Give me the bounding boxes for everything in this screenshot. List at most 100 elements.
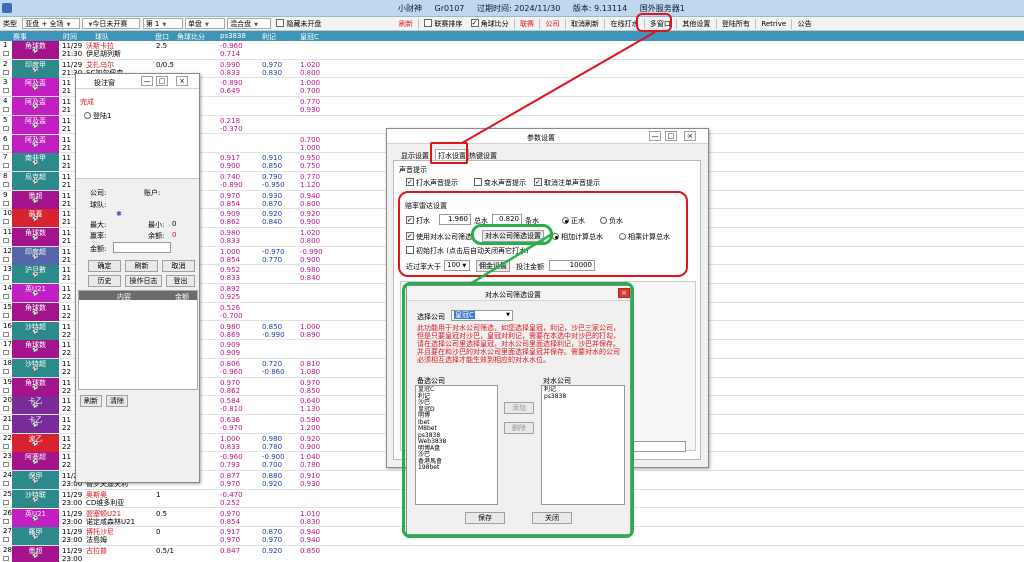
- ps3838-away-odds[interactable]: 0.862: [220, 219, 240, 226]
- ps3838-home-odds[interactable]: 0.892: [220, 286, 240, 293]
- ps3838-home-odds[interactable]: 0.909: [220, 342, 240, 349]
- row-checkbox[interactable]: [3, 181, 9, 187]
- type-select[interactable]: 亚盘 + 全场 ▼: [22, 18, 81, 29]
- liji-home-odds[interactable]: 0.720: [262, 360, 282, 367]
- ps3838-home-odds[interactable]: -0.960: [220, 454, 243, 461]
- ps3838-away-odds[interactable]: 0.649: [220, 88, 240, 95]
- row-checkbox[interactable]: [3, 312, 9, 318]
- ps3838-away-odds[interactable]: 0.793: [220, 462, 240, 469]
- crown-home-odds[interactable]: 0.770: [300, 99, 320, 106]
- corner-compare-checkbox[interactable]: [470, 19, 479, 27]
- sound-change-checkbox[interactable]: [474, 178, 482, 186]
- crown-away-odds[interactable]: 0.850: [300, 387, 320, 394]
- crown-home-odds[interactable]: 1.000: [300, 80, 320, 87]
- row-checkbox[interactable]: [3, 462, 9, 468]
- crown-home-odds[interactable]: 0.980: [300, 267, 320, 274]
- sound-water-checkbox[interactable]: [406, 178, 414, 186]
- crown-away-odds[interactable]: 0.830: [300, 518, 320, 525]
- away-team[interactable]: 诺定咸森林U21: [86, 518, 135, 525]
- row-checkbox[interactable]: [3, 481, 9, 487]
- league-cell[interactable]: 角球数 ⚽: [12, 228, 59, 246]
- league-cell[interactable]: 沙特超 ⚽: [12, 321, 59, 340]
- crown-away-odds[interactable]: 0.800: [300, 238, 320, 245]
- ps3838-away-odds[interactable]: 0.854: [220, 256, 240, 263]
- ps3838-home-odds[interactable]: 0.636: [220, 417, 240, 424]
- row-checkbox[interactable]: [3, 144, 9, 150]
- crown-away-odds[interactable]: 1.200: [300, 425, 320, 432]
- crown-home-odds[interactable]: 0.940: [300, 192, 320, 199]
- liji-home-odds[interactable]: 0.870: [262, 529, 282, 536]
- crown-away-odds[interactable]: 0.840: [300, 275, 320, 282]
- row-checkbox[interactable]: [3, 219, 9, 225]
- ps3838-away-odds[interactable]: 0.869: [220, 331, 240, 338]
- crown-away-odds[interactable]: 0.940: [300, 537, 320, 544]
- crown-home-odds[interactable]: 0.590: [300, 417, 320, 424]
- liji-away-odds[interactable]: 0.830: [262, 69, 282, 76]
- league-cell[interactable]: 波乙 ⚽: [12, 433, 59, 452]
- ps3838-home-odds[interactable]: -0.960: [220, 43, 243, 50]
- crown-home-odds[interactable]: 0.920: [300, 211, 320, 218]
- liji-away-odds[interactable]: 0.870: [262, 200, 282, 207]
- crown-home-odds[interactable]: 1.010: [300, 510, 320, 517]
- home-team[interactable]: 沃斯卡拉: [86, 43, 114, 50]
- away-team[interactable]: CD维多利亚: [86, 499, 124, 506]
- league-cell[interactable]: 阿及盃 ⚽: [12, 134, 59, 153]
- ps3838-away-odds[interactable]: -0.960: [220, 368, 243, 375]
- league-sort-checkbox[interactable]: [424, 19, 433, 27]
- league-cell[interactable]: 阿及盃 ⚽: [12, 115, 59, 134]
- crown-home-odds[interactable]: 1.040: [300, 454, 320, 461]
- ps3838-away-odds[interactable]: 0.833: [220, 443, 240, 450]
- row-checkbox[interactable]: [3, 256, 9, 262]
- liji-home-odds[interactable]: 0.980: [262, 435, 282, 442]
- league-cell[interactable]: 沪旦數 ⚽: [12, 265, 59, 284]
- table-row[interactable]: 28 墨超 ⚽ 11/29 23:00 古拉普 0.5/1 0.847 0.920 0.850: [0, 545, 1024, 562]
- corner-compare-toggle[interactable]: 角球比分: [468, 17, 512, 30]
- login-radio[interactable]: [84, 112, 91, 119]
- page-select[interactable]: 第 1 ▼: [142, 18, 183, 29]
- league-cell[interactable]: 保甲 ⚽: [12, 471, 59, 490]
- operation-log-button[interactable]: 操作日志: [125, 275, 162, 287]
- crown-away-odds[interactable]: 1.130: [300, 406, 320, 413]
- league-cell[interactable]: 烏克超 ⚽: [12, 171, 59, 190]
- maximize-icon[interactable]: □: [665, 131, 677, 141]
- ps3838-away-odds[interactable]: 0.900: [220, 163, 240, 170]
- league-cell[interactable]: 角球数 ⚽: [12, 377, 59, 396]
- ps3838-away-odds[interactable]: 0.909: [220, 350, 240, 357]
- sound-cancel-checkbox[interactable]: [534, 178, 542, 186]
- ps3838-away-odds[interactable]: 0.854: [220, 200, 240, 207]
- liji-home-odds[interactable]: -0.900: [262, 454, 285, 461]
- ps3838-home-odds[interactable]: -0.890: [220, 80, 243, 87]
- minimize-icon[interactable]: —: [141, 76, 153, 86]
- ps3838-away-odds[interactable]: 0.862: [220, 387, 240, 394]
- league-cell[interactable]: 南非甲 ⚽: [12, 153, 59, 172]
- liji-home-odds[interactable]: 0.880: [262, 473, 282, 480]
- mixed-select[interactable]: 混合盘 ▼: [227, 18, 272, 29]
- notice-button[interactable]: 公告: [795, 17, 815, 30]
- crown-home-odds[interactable]: 0.950: [300, 155, 320, 162]
- liji-home-odds[interactable]: 0.920: [262, 211, 282, 218]
- row-checkbox[interactable]: [3, 350, 9, 356]
- ps3838-home-odds[interactable]: 0.980: [220, 230, 240, 237]
- crown-home-odds[interactable]: 0.810: [300, 360, 320, 367]
- ps3838-home-odds[interactable]: 0.990: [220, 61, 240, 68]
- crown-away-odds[interactable]: 0.900: [300, 219, 320, 226]
- single-select[interactable]: 单盘 ▼: [184, 18, 225, 29]
- ps3838-home-odds[interactable]: 0.909: [220, 211, 240, 218]
- company-button[interactable]: 公司: [543, 17, 563, 30]
- league-cell[interactable]: 最養 ⚽: [12, 209, 59, 228]
- liji-away-odds[interactable]: 0.770: [262, 256, 282, 263]
- crown-away-odds[interactable]: 1.120: [300, 181, 320, 188]
- crown-away-odds[interactable]: 0.750: [300, 163, 320, 170]
- ps3838-home-odds[interactable]: 0.740: [220, 173, 240, 180]
- ps3838-away-odds[interactable]: 0.925: [220, 294, 240, 301]
- row-checkbox[interactable]: [3, 555, 9, 561]
- row-checkbox[interactable]: [3, 294, 9, 300]
- crown-away-odds[interactable]: 0.930: [300, 107, 320, 114]
- row-checkbox[interactable]: [3, 499, 9, 505]
- ps3838-home-odds[interactable]: 0.584: [220, 398, 240, 405]
- league-sort-toggle[interactable]: 联赛排序: [421, 17, 465, 30]
- crown-away-odds[interactable]: 1.080: [300, 368, 320, 375]
- league-cell[interactable]: 沙特联 ⚽: [12, 489, 59, 508]
- row-checkbox[interactable]: [3, 69, 9, 75]
- crown-home-odds[interactable]: 0.640: [300, 398, 320, 405]
